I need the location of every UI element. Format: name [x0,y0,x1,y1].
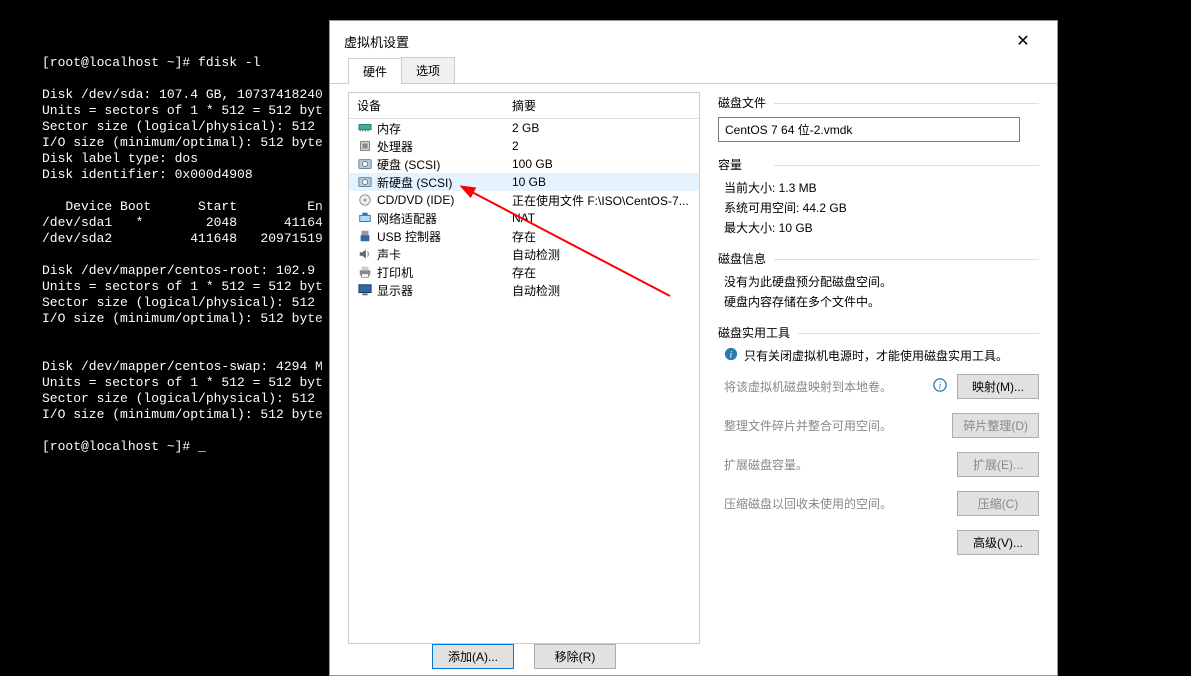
printer-icon [357,265,373,279]
hardware-list-panel: 设备 摘要 内存2 GB处理器2硬盘 (SCSI)100 GB新硬盘 (SCSI… [348,92,700,644]
hardware-row[interactable]: 声卡自动检测 [349,245,699,263]
hardware-summary: 100 GB [512,157,691,171]
hardware-list[interactable]: 内存2 GB处理器2硬盘 (SCSI)100 GB新硬盘 (SCSI)10 GB… [349,119,699,643]
cd-icon [357,193,373,207]
disk-file-field[interactable]: CentOS 7 64 位-2.vmdk [718,117,1020,142]
disk-icon [357,157,373,171]
capacity-max: 最大大小: 10 GB [724,219,1039,236]
hardware-summary: 自动检测 [512,246,691,263]
hardware-row[interactable]: 处理器2 [349,137,699,155]
compact-button[interactable]: 压缩(C) [957,491,1039,516]
hardware-label: 打印机 [377,264,512,281]
tools-note: i 只有关闭虚拟机电源时，才能使用磁盘实用工具。 [724,347,1039,364]
hardware-row[interactable]: 显示器自动检测 [349,281,699,299]
hardware-summary: 存在 [512,264,691,281]
detail-panel: 磁盘文件 CentOS 7 64 位-2.vmdk 容量 当前大小: 1.3 M… [718,92,1039,644]
hardware-row[interactable]: 打印机存在 [349,263,699,281]
map-desc: 将该虚拟机磁盘映射到本地卷。 [724,378,933,395]
hardware-row[interactable]: 内存2 GB [349,119,699,137]
defrag-button[interactable]: 碎片整理(D) [952,413,1039,438]
tab-hardware[interactable]: 硬件 [348,58,402,84]
hardware-summary: NAT [512,211,691,225]
hardware-label: USB 控制器 [377,228,512,245]
group-capacity: 容量 [718,156,1039,173]
svg-text:i: i [730,350,733,361]
disk-info-2: 硬盘内容存储在多个文件中。 [724,293,1039,310]
hardware-summary: 自动检测 [512,282,691,299]
capacity-free: 系统可用空间: 44.2 GB [724,199,1039,216]
group-tools: 磁盘实用工具 [718,324,1039,341]
hardware-summary: 2 [512,139,691,153]
add-button[interactable]: 添加(A)... [432,644,514,669]
col-summary: 摘要 [512,97,691,114]
dialog-title: 虚拟机设置 [344,32,1003,51]
hardware-label: 内存 [377,120,512,137]
help-icon[interactable]: i [933,378,947,395]
capacity-current: 当前大小: 1.3 MB [724,179,1039,196]
hardware-label: 新硬盘 (SCSI) [377,174,512,191]
group-disk-info: 磁盘信息 [718,250,1039,267]
disk-icon [357,175,373,189]
hardware-summary: 正在使用文件 F:\ISO\CentOS-7... [512,192,691,209]
hardware-row[interactable]: 新硬盘 (SCSI)10 GB [349,173,699,191]
titlebar: 虚拟机设置 ✕ [330,21,1057,61]
display-icon [357,283,373,297]
vm-settings-dialog: 虚拟机设置 ✕ 硬件 选项 设备 摘要 内存2 GB处理器2硬盘 (SCSI)1… [329,20,1058,676]
tab-options[interactable]: 选项 [401,57,455,83]
net-icon [357,211,373,225]
hardware-row[interactable]: USB 控制器存在 [349,227,699,245]
hardware-label: 网络适配器 [377,210,512,227]
compact-desc: 压缩磁盘以回收未使用的空间。 [724,495,957,512]
hardware-list-header: 设备 摘要 [349,93,699,119]
close-icon: ✕ [1016,31,1029,51]
expand-desc: 扩展磁盘容量。 [724,456,957,473]
tabs: 硬件 选项 [330,57,1057,84]
hardware-label: 处理器 [377,138,512,155]
hardware-label: 显示器 [377,282,512,299]
usb-icon [357,229,373,243]
hardware-row[interactable]: 网络适配器NAT [349,209,699,227]
hardware-label: 硬盘 (SCSI) [377,156,512,173]
hardware-row[interactable]: CD/DVD (IDE)正在使用文件 F:\ISO\CentOS-7... [349,191,699,209]
map-button[interactable]: 映射(M)... [957,374,1039,399]
hardware-summary: 存在 [512,228,691,245]
close-button[interactable]: ✕ [1003,21,1043,61]
hardware-summary: 2 GB [512,121,691,135]
remove-button[interactable]: 移除(R) [534,644,616,669]
cpu-icon [357,139,373,153]
expand-button[interactable]: 扩展(E)... [957,452,1039,477]
col-device: 设备 [357,97,512,114]
hardware-label: CD/DVD (IDE) [377,193,512,207]
hardware-summary: 10 GB [512,175,691,189]
group-disk-file: 磁盘文件 [718,94,1039,111]
defrag-desc: 整理文件碎片并整合可用空间。 [724,417,952,434]
advanced-button[interactable]: 高级(V)... [957,530,1039,555]
disk-info-1: 没有为此硬盘预分配磁盘空间。 [724,273,1039,290]
memory-icon [357,121,373,135]
info-icon: i [724,347,738,364]
sound-icon [357,247,373,261]
hardware-row[interactable]: 硬盘 (SCSI)100 GB [349,155,699,173]
hardware-label: 声卡 [377,246,512,263]
svg-text:i: i [939,381,942,392]
